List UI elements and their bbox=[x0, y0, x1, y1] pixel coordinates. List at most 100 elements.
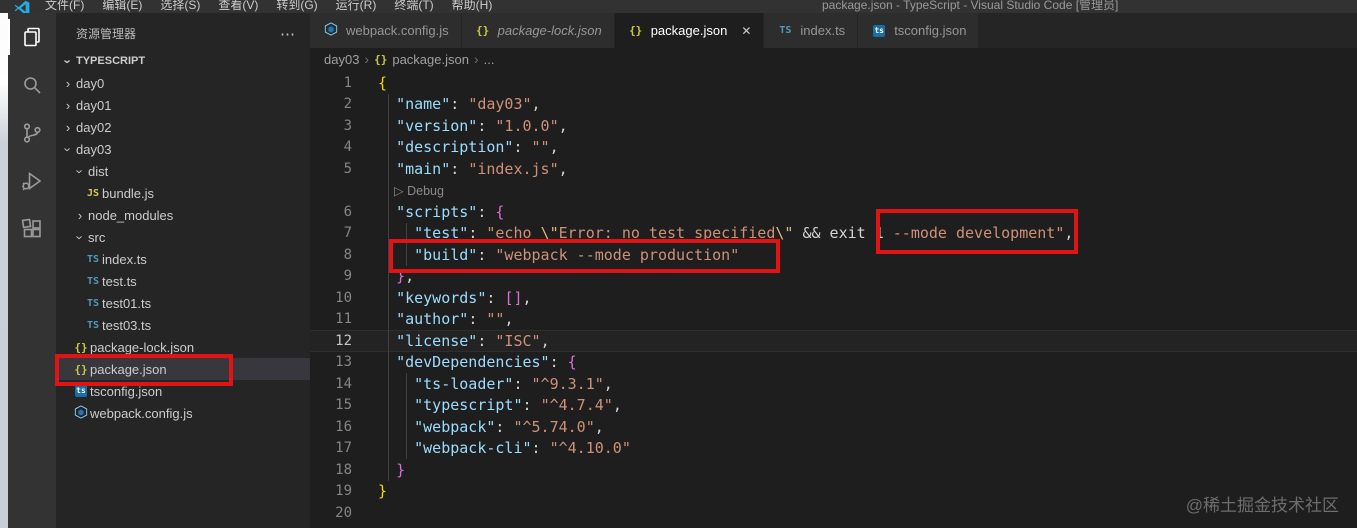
tree-item-node_modules[interactable]: › node_modules bbox=[56, 204, 310, 226]
tab-label: package-lock.json bbox=[497, 23, 602, 38]
code-line-14[interactable]: 14 "ts-loader": "^9.3.1", bbox=[310, 373, 1357, 395]
code-line-text: "webpack-cli": "^4.10.0" bbox=[414, 439, 631, 458]
line-number[interactable]: 17 bbox=[310, 440, 352, 456]
menu-item-0[interactable]: 文件(F) bbox=[36, 0, 93, 13]
close-tab-icon[interactable]: ✕ bbox=[741, 24, 751, 38]
line-number[interactable]: 8 bbox=[310, 247, 352, 263]
desktop-edge-strip bbox=[0, 13, 8, 528]
line-number[interactable]: 5 bbox=[310, 161, 352, 177]
tsconfig-file-icon: ts bbox=[75, 385, 87, 397]
line-number[interactable]: 4 bbox=[310, 139, 352, 155]
tree-item-label: day03 bbox=[76, 141, 112, 157]
highlight-box-mode-development bbox=[876, 209, 1078, 254]
line-number[interactable]: 7 bbox=[310, 225, 352, 241]
tab-tsconfig.json[interactable]: ts tsconfig.json bbox=[858, 13, 979, 48]
line-number[interactable]: 10 bbox=[310, 290, 352, 306]
code-line-12[interactable]: 12 "license": "ISC", bbox=[310, 330, 1357, 352]
tree-item-day02[interactable]: › day02 bbox=[56, 116, 310, 138]
activitybar-extensions-icon[interactable] bbox=[8, 205, 56, 253]
code-line-10[interactable]: 10 "keywords": [], bbox=[310, 287, 1357, 309]
vscode-window: 文件(F) 编辑(E) 选择(S) 查看(V) 转到(G) 运行(R) 终端(T) 帮助(H)… bbox=[0, 0, 1357, 528]
code-line-text: "license": "ISC", bbox=[396, 331, 550, 350]
line-number[interactable]: 15 bbox=[310, 397, 352, 413]
code-line-16[interactable]: 16 "webpack": "^5.74.0", bbox=[310, 416, 1357, 438]
chevron-right-icon: › bbox=[65, 97, 71, 113]
code-line-3[interactable]: 3 "version": "1.0.0", bbox=[310, 115, 1357, 137]
menu-item-3[interactable]: 查看(V) bbox=[209, 0, 267, 13]
menu-item-2[interactable]: 选择(S) bbox=[151, 0, 209, 13]
typescript-file-icon: TS bbox=[779, 25, 792, 36]
tab-package-lock.json[interactable]: {} package-lock.json bbox=[461, 13, 614, 48]
code-line-15[interactable]: 15 "typescript": "^4.7.4", bbox=[310, 395, 1357, 417]
code-line-11[interactable]: 11 "author": "", bbox=[310, 309, 1357, 331]
tree-item-label: node_modules bbox=[88, 207, 174, 223]
code-line-1[interactable]: 1{ bbox=[310, 72, 1357, 94]
line-number[interactable]: 20 bbox=[310, 505, 352, 521]
line-number[interactable]: 12 bbox=[310, 333, 352, 349]
tab-webpack.config.js[interactable]: webpack.config.js bbox=[310, 13, 461, 48]
code-line-5[interactable]: 5 "main": "index.js", bbox=[310, 158, 1357, 180]
tab-label: webpack.config.js bbox=[346, 23, 449, 38]
tree-item-index.ts[interactable]: TS index.ts bbox=[56, 248, 310, 270]
menu-item-6[interactable]: 终端(T) bbox=[385, 0, 442, 13]
tree-item-src[interactable]: › src bbox=[56, 226, 310, 248]
code-line-18[interactable]: 18 } bbox=[310, 459, 1357, 481]
line-number[interactable]: 18 bbox=[310, 462, 352, 478]
tree-item-bundle.js[interactable]: JS bundle.js bbox=[56, 182, 310, 204]
tree-item-test01.ts[interactable]: TS test01.ts bbox=[56, 292, 310, 314]
code-line-text: "webpack": "^5.74.0", bbox=[414, 417, 604, 436]
menu-item-4[interactable]: 转到(G) bbox=[267, 0, 326, 13]
line-number[interactable]: 6 bbox=[310, 204, 352, 220]
code-line-13[interactable]: 13 "devDependencies": { bbox=[310, 352, 1357, 374]
tree-item-day01[interactable]: › day01 bbox=[56, 94, 310, 116]
breadcrumb-separator-icon: › bbox=[364, 51, 370, 67]
tab-index.ts[interactable]: TS index.ts bbox=[764, 13, 858, 48]
line-number[interactable]: 19 bbox=[310, 483, 352, 499]
line-number[interactable]: 16 bbox=[310, 419, 352, 435]
line-number[interactable]: 14 bbox=[310, 376, 352, 392]
activitybar-source-control-icon[interactable] bbox=[8, 109, 56, 157]
section-typescript[interactable]: › TYPESCRIPT bbox=[56, 50, 310, 72]
tree-item-label: day01 bbox=[76, 97, 112, 113]
breadcrumb-item-day03[interactable]: day03 bbox=[324, 52, 359, 67]
activitybar-run-debug-icon[interactable] bbox=[8, 157, 56, 205]
activitybar-explorer-icon[interactable] bbox=[8, 13, 56, 61]
codelens-debug[interactable]: ▷ Debug bbox=[310, 180, 1357, 202]
code-line-text: { bbox=[378, 73, 388, 92]
line-number[interactable]: 2 bbox=[310, 96, 352, 112]
tab-package.json[interactable]: {} package.json ✕ bbox=[614, 13, 764, 48]
line-number[interactable]: 1 bbox=[310, 75, 352, 91]
menu-item-1[interactable]: 编辑(E) bbox=[93, 0, 151, 13]
code-line-6[interactable]: 6 "scripts": { bbox=[310, 201, 1357, 223]
tree-item-day03[interactable]: › day03 bbox=[56, 138, 310, 160]
menu-item-7[interactable]: 帮助(H) bbox=[443, 0, 502, 13]
explorer-more-actions-icon[interactable]: ⋯ bbox=[280, 25, 296, 43]
breadcrumb-item-...[interactable]: ... bbox=[484, 52, 495, 67]
menu-item-5[interactable]: 运行(R) bbox=[327, 0, 386, 13]
code-line-text: "version": "1.0.0", bbox=[396, 116, 568, 135]
code-line-4[interactable]: 4 "description": "", bbox=[310, 137, 1357, 159]
chevron-down-icon: › bbox=[60, 58, 76, 64]
code-line-2[interactable]: 2 "name": "day03", bbox=[310, 94, 1357, 116]
typescript-file-icon: TS bbox=[86, 319, 100, 331]
tree-item-day0[interactable]: › day0 bbox=[56, 72, 310, 94]
code-line-text: "keywords": [], bbox=[396, 288, 532, 307]
tree-item-test.ts[interactable]: TS test.ts bbox=[56, 270, 310, 292]
webpack-file-icon bbox=[72, 404, 90, 422]
code-line-17[interactable]: 17 "webpack-cli": "^4.10.0" bbox=[310, 438, 1357, 460]
breadcrumb-separator-icon: › bbox=[473, 51, 479, 67]
code-area: 1{2 "name": "day03", 3 "version": "1.0.0"… bbox=[310, 70, 1357, 524]
tree-item-test03.ts[interactable]: TS test03.ts bbox=[56, 314, 310, 336]
tree-item-webpack.config.js[interactable]: webpack.config.js bbox=[56, 402, 310, 424]
codelens-debug-link[interactable]: ▷ Debug bbox=[394, 183, 444, 198]
line-number[interactable]: 9 bbox=[310, 268, 352, 284]
tree-item-dist[interactable]: › dist bbox=[56, 160, 310, 182]
activitybar-search-icon[interactable] bbox=[8, 61, 56, 109]
line-number[interactable]: 3 bbox=[310, 118, 352, 134]
line-number[interactable]: 13 bbox=[310, 354, 352, 370]
chevron-down-icon: › bbox=[72, 234, 88, 240]
tab-label: package.json bbox=[650, 23, 728, 38]
line-number[interactable]: 11 bbox=[310, 311, 352, 327]
code-line-text: "ts-loader": "^9.3.1", bbox=[414, 374, 613, 393]
breadcrumb-item-package.json[interactable]: package.json bbox=[392, 52, 469, 67]
